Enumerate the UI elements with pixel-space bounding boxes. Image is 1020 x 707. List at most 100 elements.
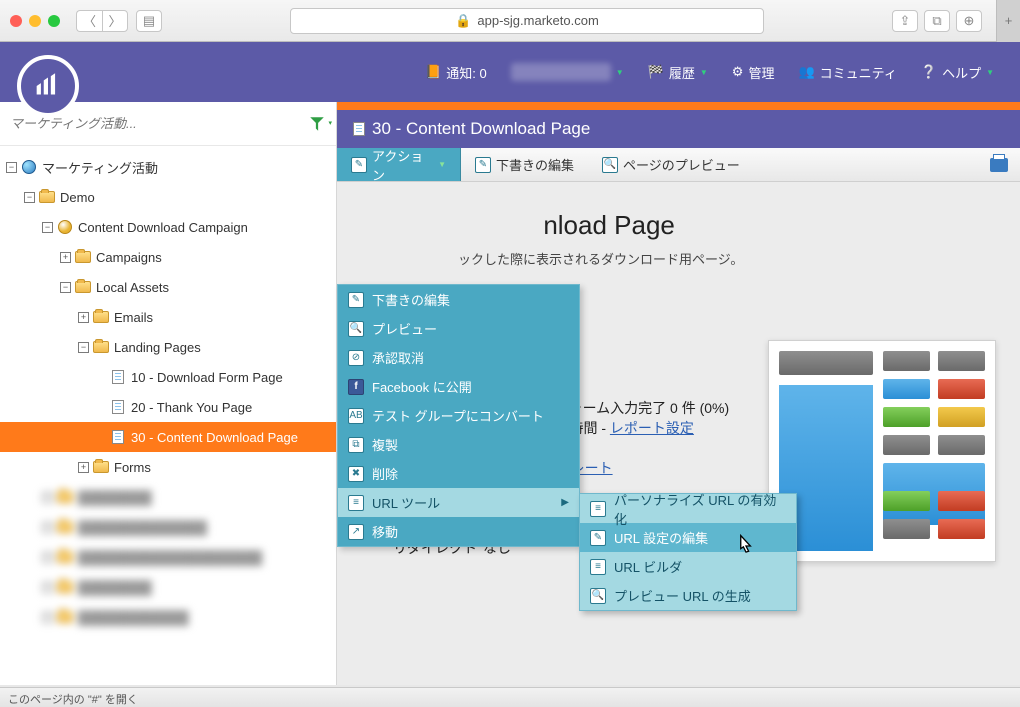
- folder-icon: [75, 251, 91, 263]
- globe-icon: [22, 160, 36, 174]
- folder-icon: [93, 311, 109, 323]
- window-controls[interactable]: [10, 15, 60, 27]
- nav-notifications[interactable]: 📙通知: 0: [413, 42, 499, 102]
- preview-icon: 🔍: [602, 157, 618, 173]
- tree-lp-30[interactable]: 30 - Content Download Page: [0, 422, 336, 452]
- move-icon: ↗: [348, 524, 364, 540]
- folder-icon: [93, 461, 109, 473]
- facebook-icon: f: [348, 379, 364, 395]
- lock-icon: 🔒: [455, 13, 471, 29]
- submenu-url-builder[interactable]: ≡URL ビルダ: [580, 552, 796, 581]
- preview-icon: 🔍: [590, 588, 606, 604]
- chevron-down-icon: ▼: [438, 160, 446, 169]
- report-settings-link[interactable]: レポート設定: [610, 420, 694, 436]
- marketo-logo-icon[interactable]: [17, 55, 79, 117]
- menu-preview[interactable]: 🔍プレビュー: [338, 314, 579, 343]
- nav-history[interactable]: 🏁履歴▼: [636, 42, 720, 102]
- minimize-window-icon[interactable]: [29, 15, 41, 27]
- tree-campaigns[interactable]: Campaigns: [0, 242, 336, 272]
- help-icon: ❔: [921, 64, 937, 80]
- template-thumbnail: [768, 340, 996, 562]
- program-icon: [58, 220, 72, 234]
- toolbar-edit-draft[interactable]: ✎下書きの編集: [461, 148, 588, 181]
- url-text: app-sjg.marketo.com: [477, 13, 598, 28]
- submenu-personalize-url[interactable]: ≡パーソナライズ URL の有効化: [580, 494, 796, 523]
- search-input[interactable]: [10, 116, 304, 131]
- context-strip: [337, 102, 1020, 110]
- menu-move[interactable]: ↗移動: [338, 517, 579, 546]
- downloads-button[interactable]: ⊕: [956, 10, 982, 32]
- nav-community[interactable]: 👥コミュニティ: [786, 42, 908, 102]
- menu-unapprove[interactable]: ⊘承認取消: [338, 343, 579, 372]
- page-icon: [112, 430, 124, 444]
- tabs-button[interactable]: ⧉: [924, 10, 950, 32]
- filter-icon[interactable]: ▾: [308, 115, 326, 133]
- enable-icon: ≡: [590, 501, 606, 517]
- tree-forms[interactable]: Forms: [0, 452, 336, 482]
- tree-root[interactable]: マーケティング活動: [0, 152, 336, 182]
- actions-icon: ✎: [351, 157, 367, 173]
- menu-duplicate[interactable]: ⧉複製: [338, 430, 579, 459]
- nav-user[interactable]: ▼: [499, 42, 636, 102]
- actions-dropdown[interactable]: ✎ アクション ▼: [337, 148, 461, 181]
- toolbar: ✎ アクション ▼ ✎下書きの編集 🔍ページのプレビュー: [337, 148, 1020, 182]
- sidebar-toggle-button[interactable]: ▤: [136, 10, 162, 32]
- edit-icon: ✎: [475, 157, 491, 173]
- tree-item-blurred[interactable]: ████████: [0, 482, 336, 512]
- page-heading: Content Download Page: [393, 210, 990, 241]
- book-icon: 📙: [425, 64, 441, 80]
- duplicate-icon: ⧉: [348, 437, 364, 453]
- menu-delete[interactable]: ✖削除: [338, 459, 579, 488]
- builder-icon: ≡: [590, 559, 606, 575]
- sidebar: ▾ マーケティング活動 Demo Content Download Campai…: [0, 102, 337, 685]
- close-window-icon[interactable]: [10, 15, 22, 27]
- cursor-pointer-icon: [732, 532, 760, 563]
- zoom-window-icon[interactable]: [48, 15, 60, 27]
- tree-emails[interactable]: Emails: [0, 302, 336, 332]
- tree-local-assets[interactable]: Local Assets: [0, 272, 336, 302]
- nav-admin[interactable]: ⚙管理: [720, 42, 787, 102]
- context-title-bar: 30 - Content Download Page: [337, 110, 1020, 148]
- menu-facebook[interactable]: fFacebook に公開: [338, 372, 579, 401]
- tree-item-blurred[interactable]: ████████████: [0, 602, 336, 632]
- actions-menu: ✎下書きの編集 🔍プレビュー ⊘承認取消 fFacebook に公開 ABテスト…: [337, 284, 580, 547]
- status-bar: このページ内の "#" を開く: [0, 687, 1020, 707]
- menu-test-group[interactable]: ABテスト グループにコンバート: [338, 401, 579, 430]
- chevron-right-icon: ▶: [561, 497, 569, 508]
- share-button[interactable]: ⇪: [892, 10, 918, 32]
- menu-url-tools[interactable]: ≡URL ツール▶: [338, 488, 579, 517]
- flag-icon: 🏁: [648, 64, 664, 80]
- nav-help[interactable]: ❔ヘルプ▼: [909, 42, 1006, 102]
- tree-demo[interactable]: Demo: [0, 182, 336, 212]
- submenu-preview-url[interactable]: 🔍プレビュー URL の生成: [580, 581, 796, 610]
- browser-toolbar: 〈 〉 ▤ 🔒 app-sjg.marketo.com ⇪ ⧉ ⊕ +: [0, 0, 1020, 42]
- url-tools-icon: ≡: [348, 495, 364, 511]
- tree-item-blurred[interactable]: ████████████████████: [0, 542, 336, 572]
- edit-icon: ✎: [348, 292, 364, 308]
- gear-icon: ⚙: [732, 64, 744, 80]
- app-top-nav: 📙通知: 0 ▼ 🏁履歴▼ ⚙管理 👥コミュニティ ❔ヘルプ▼: [0, 42, 1020, 102]
- folder-icon: [93, 341, 109, 353]
- url-tools-submenu: ≡パーソナライズ URL の有効化 ✎URL 設定の編集 ≡URL ビルダ 🔍プ…: [579, 493, 797, 611]
- page-description: 資料をクリックした際に表示されるダウンロード用ページ。: [393, 249, 990, 268]
- tree-landing-pages[interactable]: Landing Pages: [0, 332, 336, 362]
- community-icon: 👥: [798, 64, 814, 80]
- delete-icon: ✖: [348, 466, 364, 482]
- edit-icon: ✎: [590, 530, 606, 546]
- print-button[interactable]: [990, 158, 1008, 172]
- tree-item-blurred[interactable]: ██████████████: [0, 512, 336, 542]
- tree-lp-20[interactable]: 20 - Thank You Page: [0, 392, 336, 422]
- new-tab-button[interactable]: +: [996, 0, 1020, 42]
- tree-lp-10[interactable]: 10 - Download Form Page: [0, 362, 336, 392]
- menu-edit-draft[interactable]: ✎下書きの編集: [338, 285, 579, 314]
- folder-icon: [75, 281, 91, 293]
- tree-item-blurred[interactable]: ████████: [0, 572, 336, 602]
- preview-icon: 🔍: [348, 321, 364, 337]
- page-icon: [112, 370, 124, 384]
- address-bar[interactable]: 🔒 app-sjg.marketo.com: [290, 8, 764, 34]
- main-area: ▾ マーケティング活動 Demo Content Download Campai…: [0, 102, 1020, 685]
- page-icon: [112, 400, 124, 414]
- forward-button[interactable]: 〉: [102, 10, 128, 32]
- tree-campaign[interactable]: Content Download Campaign: [0, 212, 336, 242]
- toolbar-preview[interactable]: 🔍ページのプレビュー: [588, 148, 754, 181]
